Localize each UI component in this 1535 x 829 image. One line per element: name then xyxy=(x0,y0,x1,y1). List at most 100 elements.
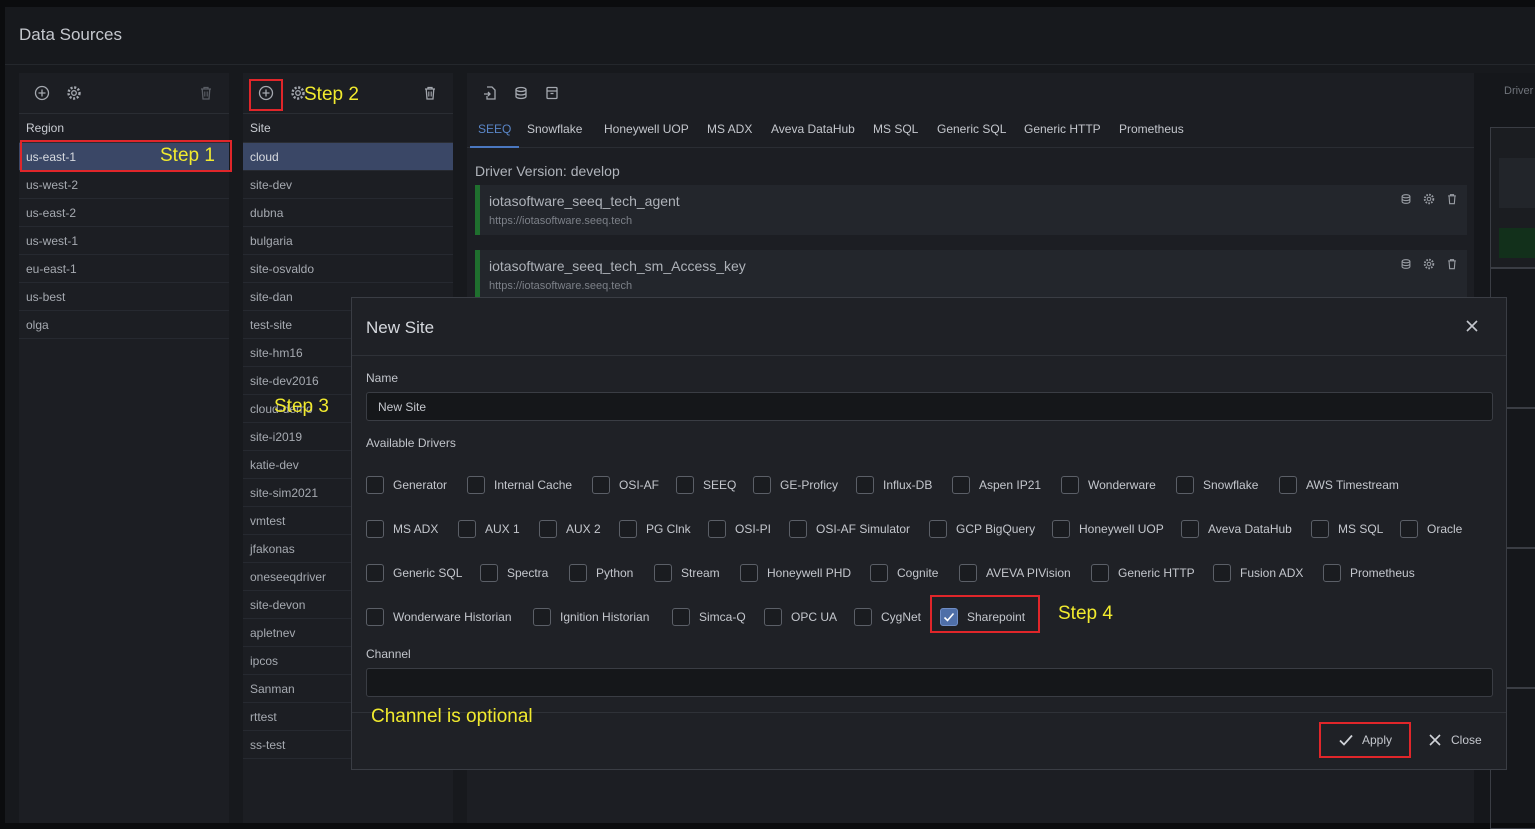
close-button[interactable]: Close xyxy=(1427,728,1482,752)
checkbox-box[interactable] xyxy=(1311,520,1329,538)
archive-icon[interactable] xyxy=(543,84,561,102)
driver-checkbox-internal-cache[interactable]: Internal Cache xyxy=(467,474,572,496)
tab-generic-http[interactable]: Generic HTTP xyxy=(1024,122,1101,136)
driver-checkbox-stream[interactable]: Stream xyxy=(654,562,720,584)
agent-card[interactable]: iotasoftware_seeq_tech_agent https://iot… xyxy=(475,185,1467,235)
driver-checkbox-osi-af-simulator[interactable]: OSI-AF Simulator xyxy=(789,518,910,540)
channel-input[interactable] xyxy=(366,668,1493,697)
agent-card[interactable]: iotasoftware_seeq_tech_sm_Access_key htt… xyxy=(475,250,1467,300)
database-icon[interactable] xyxy=(512,84,530,102)
checkbox-box[interactable] xyxy=(764,608,782,626)
checkbox-box[interactable] xyxy=(1091,564,1109,582)
driver-checkbox-osi-af[interactable]: OSI-AF xyxy=(592,474,659,496)
checkbox-box[interactable] xyxy=(952,476,970,494)
checkbox-box[interactable] xyxy=(929,520,947,538)
checkbox-box[interactable] xyxy=(1400,520,1418,538)
driver-checkbox-oracle[interactable]: Oracle xyxy=(1400,518,1462,540)
driver-checkbox-opc-ua[interactable]: OPC UA xyxy=(764,606,837,628)
driver-checkbox-aws-timestream[interactable]: AWS Timestream xyxy=(1279,474,1399,496)
region-list-item[interactable]: us-west-2 xyxy=(19,171,229,199)
driver-checkbox-aveva-datahub[interactable]: Aveva DataHub xyxy=(1181,518,1292,540)
driver-checkbox-wonderware[interactable]: Wonderware xyxy=(1061,474,1156,496)
region-list-item[interactable]: us-east-2 xyxy=(19,199,229,227)
site-list-item[interactable]: site-dev xyxy=(243,171,453,199)
driver-checkbox-generic-sql[interactable]: Generic SQL xyxy=(366,562,462,584)
tab-snowflake[interactable]: Snowflake xyxy=(527,122,582,136)
checkbox-box[interactable] xyxy=(366,608,384,626)
region-list-item[interactable]: olga xyxy=(19,311,229,339)
driver-checkbox-ignition-historian[interactable]: Ignition Historian xyxy=(533,606,649,628)
checkbox-box[interactable] xyxy=(539,520,557,538)
gear-icon[interactable] xyxy=(65,84,83,102)
tab-honeywell-uop[interactable]: Honeywell UOP xyxy=(604,122,689,136)
database-icon[interactable] xyxy=(1399,192,1413,206)
trash-icon[interactable] xyxy=(1445,192,1459,206)
driver-checkbox-prometheus[interactable]: Prometheus xyxy=(1323,562,1415,584)
trash-icon[interactable] xyxy=(421,84,439,102)
checkbox-box[interactable] xyxy=(789,520,807,538)
driver-checkbox-ms-sql[interactable]: MS SQL xyxy=(1311,518,1383,540)
site-list-item[interactable]: cloud xyxy=(243,143,453,171)
checkbox-box[interactable] xyxy=(533,608,551,626)
driver-checkbox-spectra[interactable]: Spectra xyxy=(480,562,548,584)
checkbox-box[interactable] xyxy=(1181,520,1199,538)
checkbox-box[interactable] xyxy=(753,476,771,494)
checkbox-box[interactable] xyxy=(1323,564,1341,582)
driver-checkbox-cognite[interactable]: Cognite xyxy=(870,562,938,584)
driver-checkbox-aspen-ip21[interactable]: Aspen IP21 xyxy=(952,474,1041,496)
tab-ms-sql[interactable]: MS SQL xyxy=(873,122,918,136)
region-list-item[interactable]: us-west-1 xyxy=(19,227,229,255)
trash-icon[interactable] xyxy=(1445,257,1459,271)
database-icon[interactable] xyxy=(1399,257,1413,271)
tab-prometheus[interactable]: Prometheus xyxy=(1119,122,1184,136)
region-list-item[interactable]: us-best xyxy=(19,283,229,311)
site-list-item[interactable]: dubna xyxy=(243,199,453,227)
checkbox-box[interactable] xyxy=(672,608,690,626)
tab-seeq[interactable]: SEEQ xyxy=(469,122,520,148)
checkbox-box[interactable] xyxy=(467,476,485,494)
checkbox-box[interactable] xyxy=(366,564,384,582)
driver-checkbox-snowflake[interactable]: Snowflake xyxy=(1176,474,1258,496)
driver-checkbox-simca-q[interactable]: Simca-Q xyxy=(672,606,746,628)
driver-checkbox-generator[interactable]: Generator xyxy=(366,474,447,496)
site-list-item[interactable]: bulgaria xyxy=(243,227,453,255)
driver-checkbox-influx-db[interactable]: Influx-DB xyxy=(856,474,932,496)
checkbox-box[interactable] xyxy=(740,564,758,582)
file-import-icon[interactable] xyxy=(481,84,499,102)
checkbox-box[interactable] xyxy=(1061,476,1079,494)
tab-ms-adx[interactable]: MS ADX xyxy=(707,122,752,136)
driver-checkbox-python[interactable]: Python xyxy=(569,562,633,584)
checkbox-box[interactable] xyxy=(1213,564,1231,582)
driver-checkbox-honeywell-phd[interactable]: Honeywell PHD xyxy=(740,562,851,584)
plus-circle-icon[interactable] xyxy=(33,84,51,102)
checkbox-box[interactable] xyxy=(592,476,610,494)
driver-checkbox-osi-pi[interactable]: OSI-PI xyxy=(708,518,771,540)
driver-checkbox-honeywell-uop[interactable]: Honeywell UOP xyxy=(1052,518,1164,540)
driver-checkbox-ge-proficy[interactable]: GE-Proficy xyxy=(753,474,838,496)
checkbox-box[interactable] xyxy=(619,520,637,538)
checkbox-box[interactable] xyxy=(480,564,498,582)
checkbox-box[interactable] xyxy=(1176,476,1194,494)
checkbox-box[interactable] xyxy=(654,564,672,582)
driver-checkbox-aveva-pivision[interactable]: AVEVA PIVision xyxy=(959,562,1071,584)
site-list-item[interactable]: site-osvaldo xyxy=(243,255,453,283)
checkbox-box[interactable] xyxy=(870,564,888,582)
driver-checkbox-gcp-bigquery[interactable]: GCP BigQuery xyxy=(929,518,1035,540)
driver-checkbox-generic-http[interactable]: Generic HTTP xyxy=(1091,562,1195,584)
trash-icon[interactable] xyxy=(197,84,215,102)
checkbox-box[interactable] xyxy=(366,520,384,538)
driver-checkbox-wonderware-historian[interactable]: Wonderware Historian xyxy=(366,606,512,628)
driver-checkbox-fusion-adx[interactable]: Fusion ADX xyxy=(1213,562,1303,584)
driver-checkbox-ms-adx[interactable]: MS ADX xyxy=(366,518,438,540)
site-name-input[interactable] xyxy=(366,392,1493,421)
tab-generic-sql[interactable]: Generic SQL xyxy=(937,122,1006,136)
checkbox-box[interactable] xyxy=(1279,476,1297,494)
checkbox-box[interactable] xyxy=(854,608,872,626)
tab-aveva-datahub[interactable]: Aveva DataHub xyxy=(771,122,855,136)
checkbox-box[interactable] xyxy=(676,476,694,494)
checkbox-box[interactable] xyxy=(959,564,977,582)
driver-checkbox-seeq[interactable]: SEEQ xyxy=(676,474,736,496)
driver-checkbox-cygnet[interactable]: CygNet xyxy=(854,606,921,628)
region-list-item[interactable]: eu-east-1 xyxy=(19,255,229,283)
checkbox-box[interactable] xyxy=(458,520,476,538)
